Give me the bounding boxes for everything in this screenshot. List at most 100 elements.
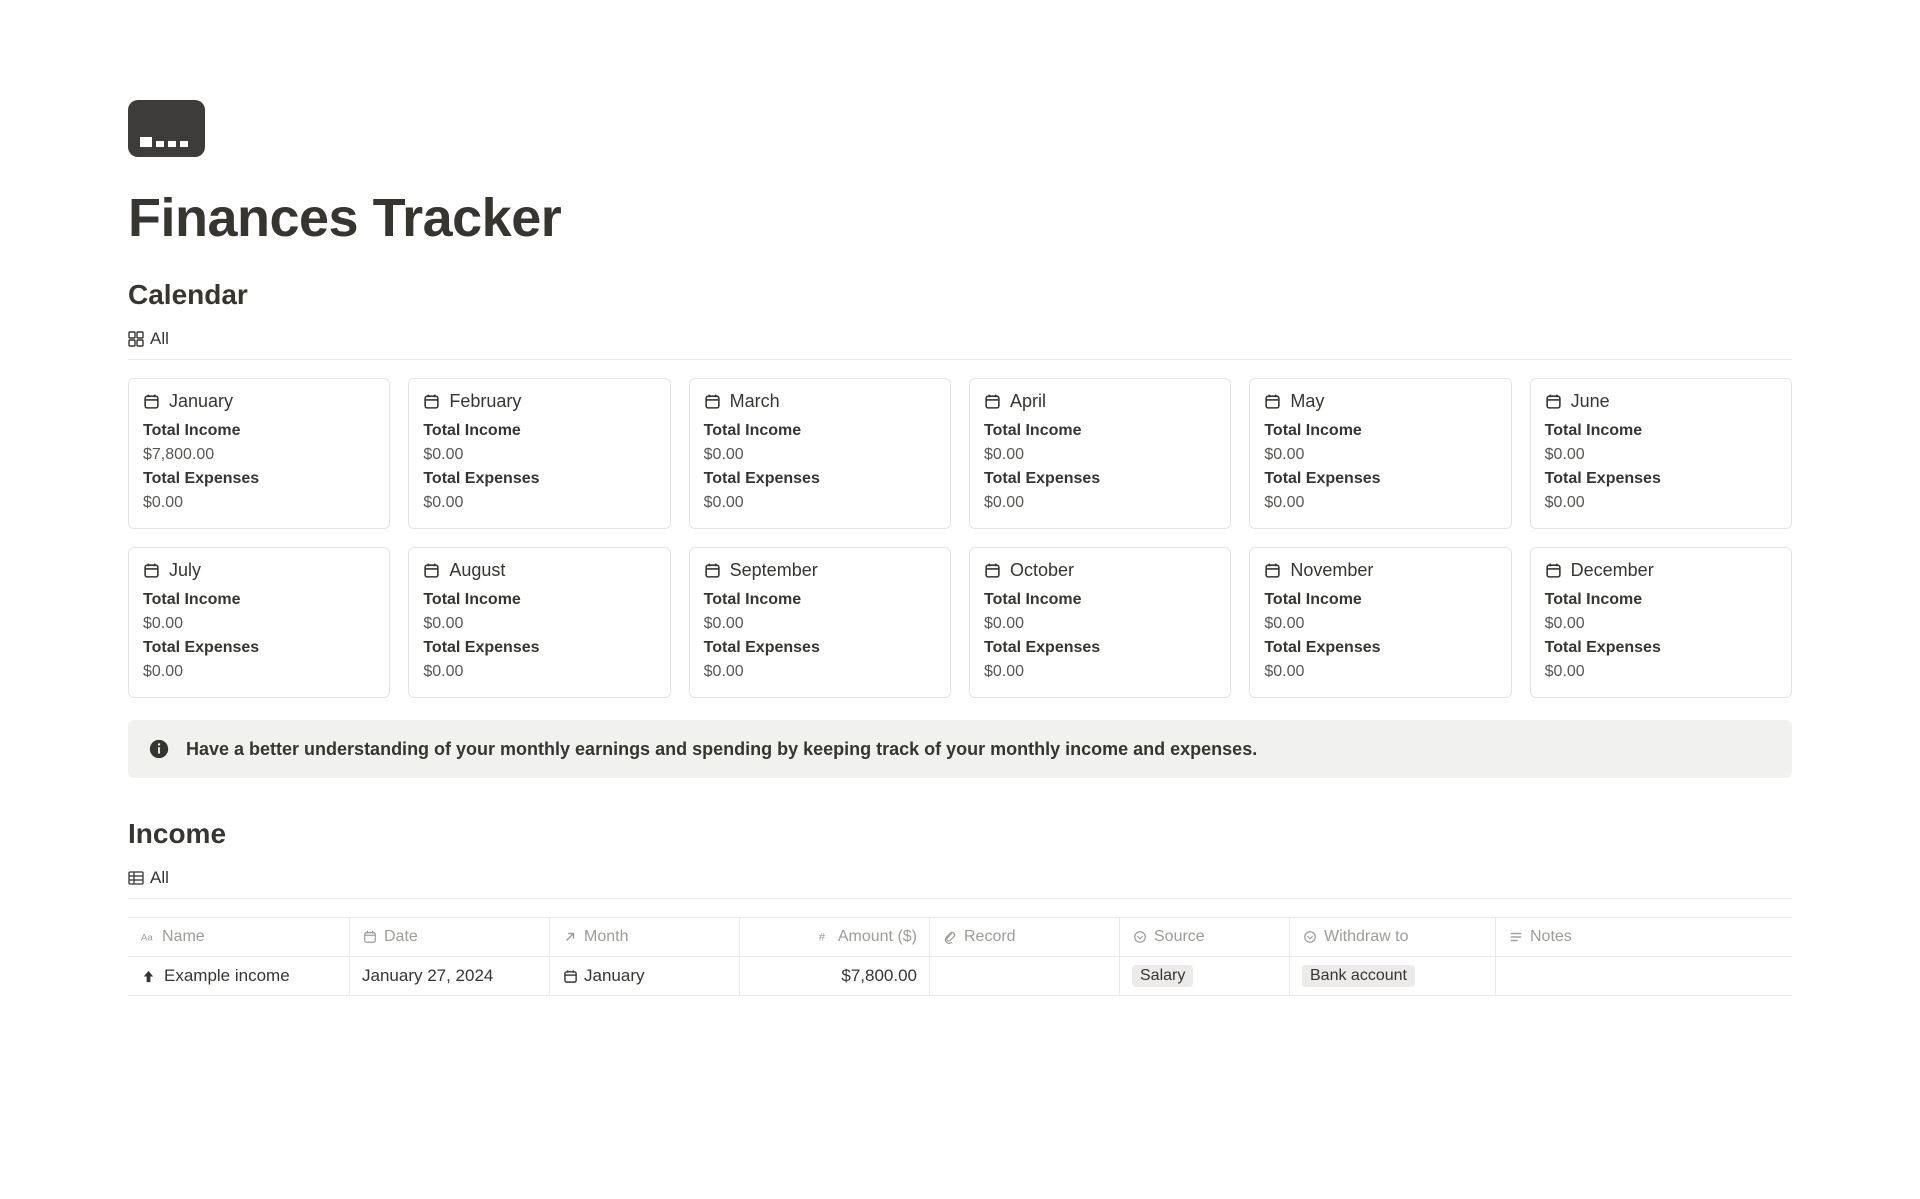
income-label: Total Income [984,591,1216,609]
calendar-view-tab[interactable]: All [150,329,169,349]
cell-amount[interactable]: $7,800.00 [740,957,930,995]
month-card[interactable]: AprilTotal Income$0.00Total Expenses$0.0… [969,378,1231,529]
select-icon [1302,929,1318,945]
column-header-source[interactable]: Source [1120,918,1290,956]
month-card[interactable]: JuneTotal Income$0.00Total Expenses$0.00 [1530,378,1792,529]
income-value: $0.00 [984,615,1216,633]
month-card[interactable]: May Total Income $0.00 Total Expenses $0.00 [1249,378,1511,529]
callout-text: Have a better understanding of your mont… [186,739,1257,760]
relation-icon [562,929,578,945]
column-label: Source [1154,928,1205,946]
income-value: $0.00 [1264,446,1496,464]
column-label: Amount ($) [838,928,917,946]
expenses-value: $0.00 [143,494,375,512]
month-card[interactable]: NovemberTotal Income$0.00Total Expenses$… [1249,547,1511,698]
month-name: June [1571,391,1610,412]
cell-name[interactable]: Example income [128,957,350,995]
column-label: Notes [1530,928,1572,946]
calendar-icon [423,393,441,411]
expenses-label: Total Expenses [423,470,655,488]
month-card[interactable]: FebruaryTotal Income$0.00Total Expenses$… [408,378,670,529]
expenses-label: Total Expenses [704,639,936,657]
month-card[interactable]: AugustTotal Income$0.00Total Expenses$0.… [408,547,670,698]
expenses-label: Total Expenses [1545,639,1777,657]
income-view-tab[interactable]: All [150,868,169,888]
expenses-value: $0.00 [423,494,655,512]
table-row[interactable]: Example incomeJanuary 27, 2024 January $7,… [128,957,1792,996]
month-card[interactable]: October Total Income $0.00 Total Expenses $0… [969,547,1231,698]
month-card[interactable]: DecemberTotal Income$0.00Total Expenses$… [1530,547,1792,698]
income-label: Total Income [1264,422,1496,440]
expenses-label: Total Expenses [1264,470,1496,488]
calendar-grid: JanuaryTotal Income$7,800.00Total Expens… [128,378,1792,698]
calendar-icon [1264,393,1282,411]
income-label: Total Income [423,422,655,440]
expenses-label: Total Expenses [143,639,375,657]
expenses-value: $0.00 [1264,663,1496,681]
expenses-label: Total Expenses [143,470,375,488]
income-label: Total Income [704,591,936,609]
column-header-record[interactable]: Record [930,918,1120,956]
column-header-date[interactable]: Date [350,918,550,956]
column-header-name[interactable]: Aa Name [128,918,350,956]
column-header-amount[interactable]: # Amount ($) [740,918,930,956]
income-value: $0.00 [143,615,375,633]
expenses-value: $0.00 [423,663,655,681]
expenses-label: Total Expenses [704,470,936,488]
month-name: December [1571,560,1654,581]
column-header-month[interactable]: Month [550,918,740,956]
income-view-tabs: All [128,864,1792,899]
income-label: Total Income [1545,591,1777,609]
month-card[interactable]: July Total Income $0.00 Total Expenses $0.00 [128,547,390,698]
text-lines-icon [1508,929,1524,945]
up-arrow-icon [140,968,156,984]
month-card[interactable]: MarchTotal Income$0.00Total Expenses$0.0… [689,378,951,529]
column-header-notes[interactable]: Notes [1496,918,1792,956]
income-table-header: Aa Name Date Month # Amount ($) [128,917,1792,957]
select-icon [1132,929,1148,945]
month-name: July [169,560,201,581]
cell-withdraw[interactable]: Bank account [1290,957,1496,995]
income-label: Total Income [1264,591,1496,609]
cell-notes[interactable] [1496,957,1792,995]
expenses-value: $0.00 [1264,494,1496,512]
table-view-icon [128,870,144,886]
income-label: Total Income [1545,422,1777,440]
month-name: November [1290,560,1373,581]
expenses-value: $0.00 [984,494,1216,512]
gallery-view-icon [128,331,144,347]
source-tag: Salary [1132,965,1193,987]
cell-month[interactable]: January [550,957,740,995]
cell-date[interactable]: January 27, 2024 [350,957,550,995]
month-name: October [1010,560,1074,581]
calendar-icon [562,968,578,984]
cell-source[interactable]: Salary [1120,957,1290,995]
expenses-value: $0.00 [984,663,1216,681]
month-name: August [449,560,505,581]
income-value: $0.00 [423,446,655,464]
income-value: $0.00 [984,446,1216,464]
calendar-icon [704,393,722,411]
svg-text:#: # [819,932,826,944]
cell-record[interactable] [930,957,1120,995]
income-label: Total Income [143,591,375,609]
month-card[interactable]: JanuaryTotal Income$7,800.00Total Expens… [128,378,390,529]
expenses-value: $0.00 [143,663,375,681]
income-value: $7,800.00 [143,446,375,464]
column-label: Date [384,928,418,946]
calendar-icon [362,929,378,945]
calendar-icon [984,562,1002,580]
page-icon [128,100,205,157]
column-label: Withdraw to [1324,928,1408,946]
cell-month-text: January [584,966,644,986]
text-icon: Aa [140,929,156,945]
income-table: Aa Name Date Month # Amount ($) [128,917,1792,996]
month-name: May [1290,391,1324,412]
column-header-withdraw[interactable]: Withdraw to [1290,918,1496,956]
column-label: Month [584,928,628,946]
calendar-icon [143,562,161,580]
column-label: Record [964,928,1016,946]
income-value: $0.00 [423,615,655,633]
expenses-label: Total Expenses [984,639,1216,657]
month-card[interactable]: SeptemberTotal Income$0.00Total Expenses… [689,547,951,698]
